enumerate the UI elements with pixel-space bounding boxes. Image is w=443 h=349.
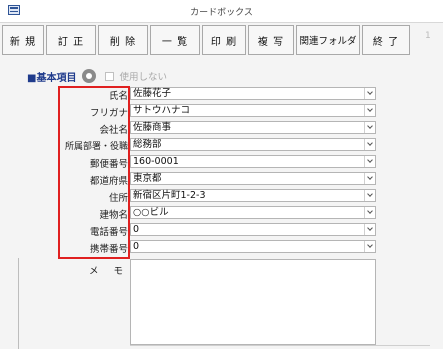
- unused-checkbox-label: 使用しない: [119, 72, 167, 83]
- divider: [18, 258, 19, 349]
- side-number: 1: [425, 31, 431, 41]
- label-phone: 電話番号: [89, 227, 128, 238]
- toolbar: 新 規 訂 正 削 除 一 覧 印 刷 複 写 関連フォルダ 終 了: [0, 24, 430, 58]
- chevron-down-icon[interactable]: [364, 122, 375, 133]
- phone-field[interactable]: 0: [130, 223, 376, 236]
- prefecture-value: 東京都: [133, 173, 162, 184]
- building-value: ○○ビル: [133, 207, 169, 218]
- label-mobile: 携帯番号: [89, 244, 128, 255]
- window-title: カードボックス: [190, 8, 253, 18]
- print-button[interactable]: 印 刷: [202, 25, 246, 55]
- postal-code-value: 160-0001: [133, 156, 179, 167]
- chevron-down-icon[interactable]: [364, 105, 375, 116]
- list-button[interactable]: 一 覧: [150, 25, 200, 55]
- department-value: 総務部: [133, 139, 162, 150]
- name-field[interactable]: 佐藤花子: [130, 87, 376, 100]
- section-title: ■基本項目: [27, 72, 77, 84]
- label-address: 住所: [108, 193, 128, 204]
- label-name: 氏名: [108, 91, 128, 102]
- label-prefecture: 都道府県: [89, 176, 128, 187]
- memo-label: メ モ: [89, 266, 130, 277]
- phone-value: 0: [133, 224, 140, 235]
- chevron-down-icon[interactable]: [364, 173, 375, 184]
- new-button[interactable]: 新 規: [2, 25, 44, 55]
- exit-button[interactable]: 終 了: [362, 25, 410, 55]
- label-building: 建物名: [99, 210, 128, 221]
- delete-button[interactable]: 削 除: [98, 25, 148, 55]
- label-department: 所属部署・役職: [64, 142, 128, 152]
- section-header: ■基本項目 使用しない: [27, 69, 167, 84]
- department-field[interactable]: 総務部: [130, 138, 376, 151]
- title-bar: カードボックス: [0, 0, 443, 23]
- postal-code-field[interactable]: 160-0001: [130, 155, 376, 168]
- chevron-down-icon[interactable]: [364, 139, 375, 150]
- chevron-down-icon[interactable]: [364, 156, 375, 167]
- name-value: 佐藤花子: [133, 88, 172, 99]
- memo-field[interactable]: [130, 259, 376, 345]
- edit-button[interactable]: 訂 正: [46, 25, 96, 55]
- bottom-divider: [130, 345, 430, 346]
- furigana-field[interactable]: サトウハナコ: [130, 104, 376, 117]
- label-furigana: フリガナ: [89, 108, 128, 119]
- mobile-field[interactable]: 0: [130, 240, 376, 253]
- gear-icon[interactable]: [82, 69, 97, 83]
- label-postal-code: 郵便番号: [89, 159, 128, 170]
- address-field[interactable]: 新宿区片町1-2-3: [130, 189, 376, 202]
- company-field[interactable]: 佐藤商事: [130, 121, 376, 134]
- furigana-value: サトウハナコ: [133, 105, 191, 116]
- company-value: 佐藤商事: [133, 122, 172, 133]
- prefecture-field[interactable]: 東京都: [130, 172, 376, 185]
- label-company: 会社名: [99, 125, 128, 136]
- address-value: 新宿区片町1-2-3: [133, 190, 206, 201]
- chevron-down-icon[interactable]: [364, 207, 375, 218]
- building-field[interactable]: ○○ビル: [130, 206, 376, 219]
- chevron-down-icon[interactable]: [364, 224, 375, 235]
- mobile-value: 0: [133, 241, 140, 252]
- chevron-down-icon[interactable]: [364, 190, 375, 201]
- chevron-down-icon[interactable]: [364, 88, 375, 99]
- unused-checkbox[interactable]: [105, 71, 115, 81]
- copy-button[interactable]: 複 写: [248, 25, 294, 55]
- related-folder-button[interactable]: 関連フォルダ: [296, 25, 360, 55]
- chevron-down-icon[interactable]: [364, 241, 375, 252]
